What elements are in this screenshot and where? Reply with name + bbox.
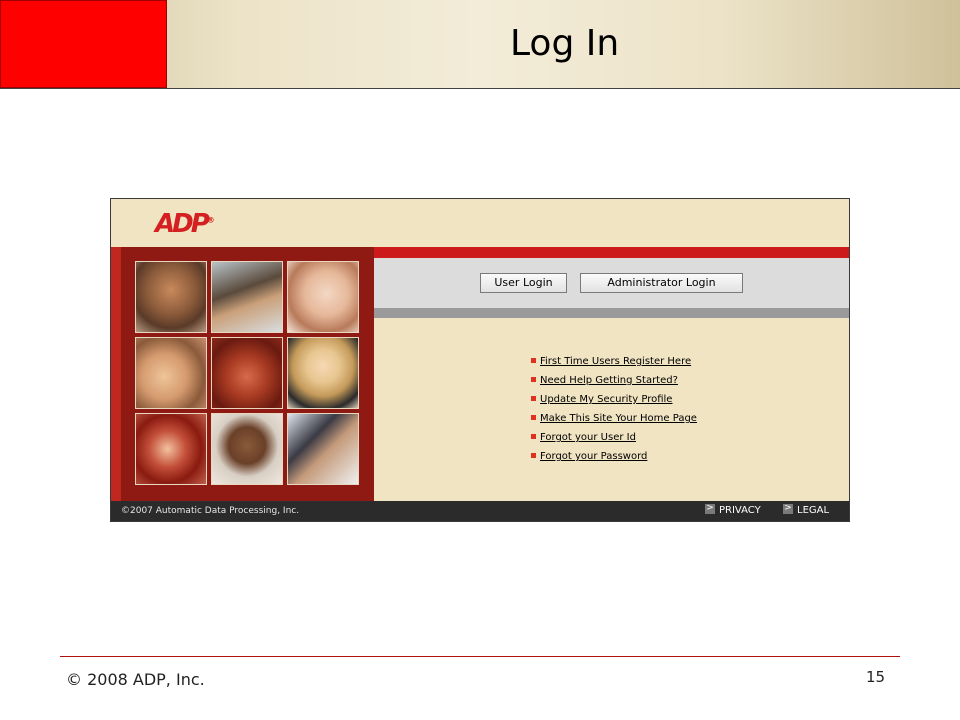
photo-panel (111, 247, 374, 501)
footer-divider (60, 656, 900, 657)
photo-parent-baby (135, 337, 207, 409)
privacy-link[interactable]: > PRIVACY (705, 501, 761, 521)
photo-abstract-red (135, 413, 207, 485)
photo-woman-laptop (211, 261, 283, 333)
bullet-icon (531, 376, 536, 382)
bullet-icon (531, 414, 536, 420)
register-link[interactable]: First Time Users Register Here (540, 356, 691, 367)
bullet-icon (531, 395, 536, 401)
slide-title: Log In (510, 23, 620, 64)
photo-father-child (287, 413, 359, 485)
photo-panel-stripe (111, 247, 121, 501)
header-accent-block (0, 0, 167, 88)
list-item: Make This Site Your Home Page (531, 411, 697, 430)
forgot-user-id-link[interactable]: Forgot your User Id (540, 432, 636, 443)
help-getting-started-link[interactable]: Need Help Getting Started? (540, 375, 678, 386)
photo-couple (287, 261, 359, 333)
adp-login-screenshot: ADP® User Login Administrator Login Firs… (110, 198, 850, 522)
privacy-label: PRIVACY (719, 505, 761, 516)
user-login-button[interactable]: User Login (480, 273, 567, 293)
slide-copyright: © 2008 ADP, Inc. (66, 670, 205, 689)
photo-grid (135, 261, 359, 485)
security-profile-link[interactable]: Update My Security Profile (540, 394, 672, 405)
administrator-login-button[interactable]: Administrator Login (580, 273, 743, 293)
photo-globe (211, 337, 283, 409)
bullet-icon (531, 433, 536, 439)
site-footer: ©2007 Automatic Data Processing, Inc. > P… (111, 501, 849, 521)
photo-woman-smiling (287, 337, 359, 409)
adp-logo-text: ADP (155, 209, 210, 239)
bullet-icon (531, 452, 536, 458)
grey-divider-bar (374, 308, 849, 318)
forgot-password-link[interactable]: Forgot your Password (540, 451, 647, 462)
list-item: First Time Users Register Here (531, 354, 697, 373)
arrow-right-icon: > (705, 503, 715, 514)
logo-bar: ADP® (111, 199, 849, 247)
legal-link[interactable]: > LEGAL (783, 501, 829, 521)
page-number: 15 (866, 668, 886, 686)
top-red-bar (374, 247, 849, 258)
registered-mark: ® (206, 215, 215, 225)
adp-logo: ADP® (155, 209, 215, 239)
slide-header: Log In (0, 0, 960, 89)
photo-man-portrait (135, 261, 207, 333)
arrow-right-icon: > (783, 503, 793, 514)
home-page-link[interactable]: Make This Site Your Home Page (540, 413, 697, 424)
footer-copyright: ©2007 Automatic Data Processing, Inc. (121, 506, 300, 516)
legal-label: LEGAL (797, 505, 830, 516)
help-links-list: First Time Users Register Here Need Help… (531, 354, 697, 468)
bullet-icon (531, 357, 536, 363)
login-button-band: User Login Administrator Login (374, 258, 849, 308)
list-item: Update My Security Profile (531, 392, 697, 411)
list-item: Forgot your Password (531, 449, 697, 468)
list-item: Forgot your User Id (531, 430, 697, 449)
photo-older-man (211, 413, 283, 485)
list-item: Need Help Getting Started? (531, 373, 697, 392)
help-links-panel: First Time Users Register Here Need Help… (374, 318, 849, 501)
